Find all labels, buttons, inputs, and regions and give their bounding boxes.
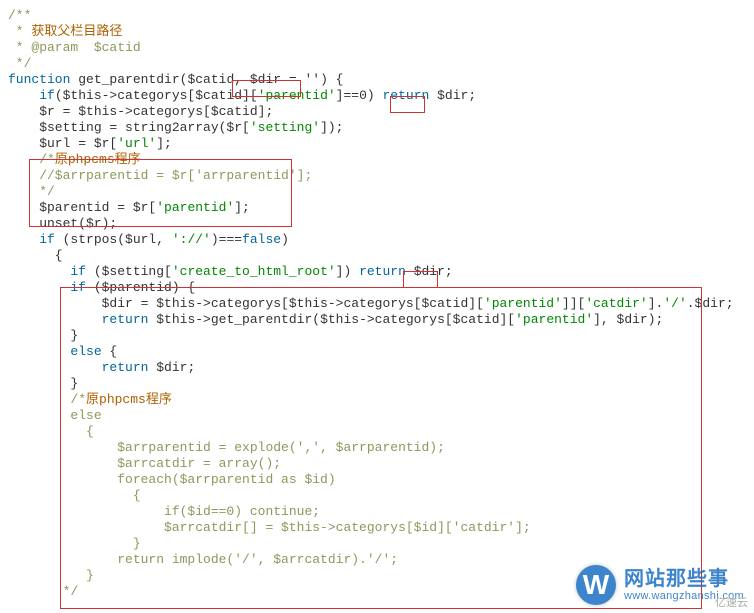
corner-credit: 亿速云 bbox=[715, 595, 748, 611]
comment-line: } bbox=[8, 536, 141, 551]
comment-line: */ bbox=[8, 184, 55, 199]
watermark-badge-letter: W bbox=[583, 577, 609, 593]
code-line: $url = $r['url']; bbox=[8, 136, 172, 151]
comment-line: else bbox=[8, 408, 102, 423]
code-line: return $dir; bbox=[8, 360, 195, 375]
code-line: $setting = string2array($r['setting']); bbox=[8, 120, 343, 135]
comment-line: if($id==0) continue; bbox=[8, 504, 320, 519]
comment-line: * @param $catid bbox=[8, 40, 141, 55]
comment-line: { bbox=[8, 488, 141, 503]
comment-line: $arrcatdir = array(); bbox=[8, 456, 281, 471]
comment-line: /*原phpcms程序 bbox=[8, 152, 141, 167]
comment-line: return implode('/', $arrcatdir).'/'; bbox=[8, 552, 398, 567]
comment-line: { bbox=[8, 424, 94, 439]
code-line: $dir = $this->categorys[$this->categorys… bbox=[8, 296, 734, 311]
code-line: if ($parentid) { bbox=[8, 280, 195, 295]
comment-line: /*原phpcms程序 bbox=[8, 392, 172, 407]
code-line: unset($r); bbox=[8, 216, 117, 231]
code-line: if($this->categorys[$catid]['parentid']=… bbox=[8, 88, 476, 103]
code-line: if ($setting['create_to_html_root']) ret… bbox=[8, 264, 453, 279]
watermark-cn: 网站那些事 bbox=[624, 568, 744, 590]
comment-line: //$arrparentid = $r['arrparentid']; bbox=[8, 168, 312, 183]
comment-line: foreach($arrparentid as $id) bbox=[8, 472, 336, 487]
code-line: else { bbox=[8, 344, 117, 359]
comment-line: $arrcatdir[] = $this->categorys[$id]['ca… bbox=[8, 520, 531, 535]
comment-line: /** bbox=[8, 8, 31, 23]
code-line: $parentid = $r['parentid']; bbox=[8, 200, 250, 215]
code-line: } bbox=[8, 376, 78, 391]
comment-line: * 获取父栏目路径 bbox=[8, 24, 122, 39]
code-block: /** * 获取父栏目路径 * @param $catid */ functio… bbox=[8, 8, 746, 600]
code-line: } bbox=[8, 328, 78, 343]
comment-line: } bbox=[8, 568, 94, 583]
code-line: $r = $this->categorys[$catid]; bbox=[8, 104, 273, 119]
comment-line: */ bbox=[8, 584, 78, 599]
code-line: return $this->get_parentdir($this->categ… bbox=[8, 312, 663, 327]
comment-line: */ bbox=[8, 56, 31, 71]
code-line: function get_parentdir($catid, $dir = ''… bbox=[8, 72, 343, 87]
watermark-badge-icon: W bbox=[576, 565, 616, 605]
comment-line: $arrparentid = explode(',', $arrparentid… bbox=[8, 440, 445, 455]
code-line: { bbox=[8, 248, 63, 263]
code-line: if (strpos($url, '://')===false) bbox=[8, 232, 289, 247]
